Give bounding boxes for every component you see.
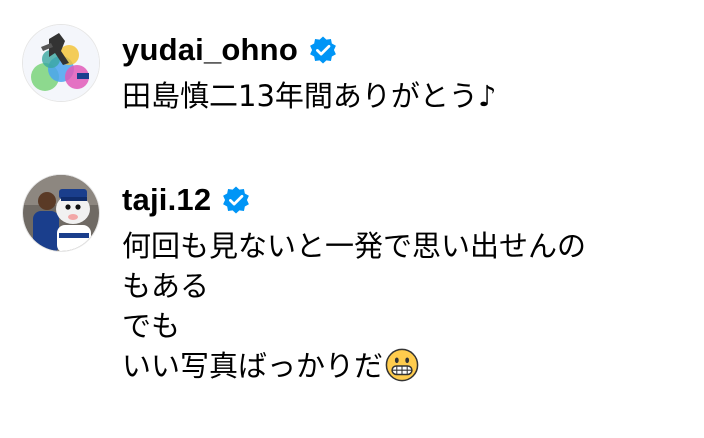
comment-line: でも bbox=[122, 309, 181, 343]
comment-line-text: いい写真ばっかりだ bbox=[122, 349, 384, 383]
username[interactable]: taji.12 bbox=[122, 180, 211, 220]
comment-line: もある bbox=[122, 269, 210, 303]
avatar[interactable] bbox=[22, 24, 100, 102]
comment-item: yudai_ohno 田島慎二13年間ありがとう♪ bbox=[0, 0, 704, 150]
comment-text: 田島慎二13年間ありがとう♪ bbox=[122, 76, 496, 116]
comment-line-with-emoji: いい写真ばっかりだ bbox=[122, 346, 586, 386]
comment-item: taji.12 何回も見ないと一発で思い出せんの もある でも いい写真ばっかり… bbox=[0, 150, 704, 438]
mascot-photo-avatar-icon bbox=[23, 175, 99, 251]
comment-line: 田島慎二13年間ありがとう♪ bbox=[122, 79, 497, 113]
avatar[interactable] bbox=[22, 174, 100, 252]
verified-badge-icon bbox=[223, 186, 250, 214]
baseball-player-avatar-icon bbox=[23, 25, 99, 101]
comment-line: 何回も見ないと一発で思い出せんの bbox=[122, 229, 587, 263]
comment-text: 何回も見ないと一発で思い出せんの もある でも いい写真ばっかりだ bbox=[122, 226, 586, 386]
verified-badge-icon bbox=[310, 36, 336, 64]
grinning-face-emoji-icon bbox=[385, 348, 419, 382]
username[interactable]: yudai_ohno bbox=[122, 30, 298, 70]
